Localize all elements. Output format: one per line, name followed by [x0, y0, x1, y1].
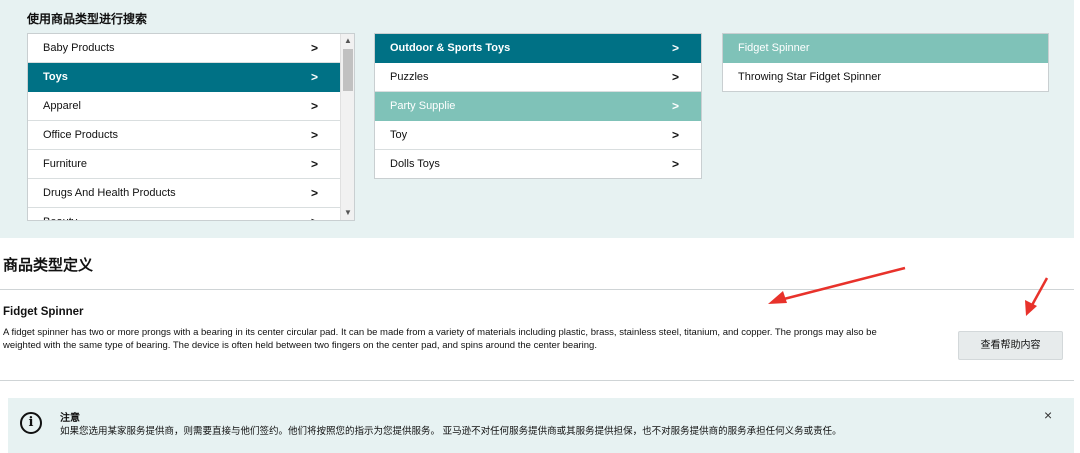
- category-search-panel: 使用商品类型进行搜索 Baby Products > Toys > Apparel > Of…: [0, 0, 1074, 238]
- subcategory-item[interactable]: Toy >: [375, 121, 701, 150]
- chevron-right-icon: >: [671, 99, 679, 113]
- product-type-item-label: Fidget Spinner: [738, 42, 810, 54]
- category-item[interactable]: Furniture >: [28, 150, 340, 179]
- column-1-scrollbar[interactable]: ▲ ▼: [340, 34, 354, 220]
- product-type-item[interactable]: Throwing Star Fidget Spinner: [723, 63, 1048, 91]
- chevron-right-icon: >: [311, 208, 318, 220]
- subcategory-item-label: Dolls Toys: [390, 158, 440, 170]
- category-column-3: Fidget Spinner Throwing Star Fidget Spinn…: [722, 33, 1049, 92]
- red-arrow-icon: [768, 266, 906, 304]
- subcategory-item-label: Party Supplie: [390, 100, 456, 112]
- notice-banner: i 注意 如果您选用某家服务提供商，则需要直接与他们签约。他们将按照您的指示为您…: [8, 398, 1074, 453]
- search-title: 使用商品类型进行搜索: [27, 12, 148, 26]
- chevron-right-icon: >: [671, 157, 679, 171]
- product-type-item[interactable]: Fidget Spinner: [723, 34, 1048, 63]
- product-type-name: Fidget Spinner: [3, 306, 84, 318]
- chevron-right-icon: >: [310, 41, 318, 55]
- chevron-right-icon: >: [671, 70, 679, 84]
- chevron-right-icon: >: [310, 186, 318, 200]
- info-icon: i: [20, 412, 42, 434]
- category-column-1: Baby Products > Toys > Apparel > Office Produc…: [27, 33, 355, 221]
- subcategory-item-label: Outdoor & Sports Toys: [390, 42, 511, 54]
- product-type-description: A fidget spinner has two or more prongs …: [3, 327, 877, 351]
- chevron-right-icon: >: [671, 41, 679, 55]
- category-item-label: Drugs And Health Products: [43, 187, 176, 199]
- subcategory-item-label: Puzzles: [390, 71, 429, 83]
- category-item[interactable]: Beauty >: [28, 208, 340, 220]
- subcategory-item-label: Toy: [390, 129, 408, 141]
- chevron-right-icon: >: [310, 128, 318, 142]
- category-item-label: Office Products: [43, 129, 118, 141]
- scroll-down-icon[interactable]: ▼: [341, 206, 354, 220]
- notice-text: 如果您选用某家服务提供商，则需要直接与他们签约。他们将按照您的指示为您提供服务。…: [60, 426, 842, 437]
- scroll-up-icon[interactable]: ▲: [341, 34, 354, 48]
- subcategory-item[interactable]: Party Supplie >: [375, 92, 701, 121]
- category-column-2: Outdoor & Sports Toys > Puzzles > Party Supp…: [374, 33, 702, 179]
- subcategory-item[interactable]: Puzzles >: [375, 63, 701, 92]
- category-item[interactable]: Baby Products >: [28, 34, 340, 63]
- category-item[interactable]: Drugs And Health Products >: [28, 179, 340, 208]
- chevron-right-icon: >: [310, 99, 318, 113]
- definition-section-title: 商品类型定义: [3, 257, 94, 274]
- subcategory-item[interactable]: Outdoor & Sports Toys >: [375, 34, 701, 63]
- notice-title: 注意: [60, 413, 80, 424]
- scrollbar-thumb[interactable]: [343, 49, 353, 91]
- view-help-button[interactable]: 查看帮助内容: [958, 331, 1063, 360]
- chevron-right-icon: >: [310, 70, 318, 84]
- category-item[interactable]: Apparel >: [28, 92, 340, 121]
- category-item-label: Baby Products: [43, 42, 115, 54]
- product-type-item-label: Throwing Star Fidget Spinner: [738, 71, 882, 83]
- category-item-label: Beauty: [43, 216, 77, 220]
- category-item-label: Toys: [43, 71, 68, 83]
- category-item-label: Furniture: [43, 158, 88, 170]
- close-icon[interactable]: ×: [1044, 407, 1052, 423]
- chevron-right-icon: >: [310, 157, 318, 171]
- red-arrow-icon: [1025, 277, 1049, 316]
- category-item-label: Apparel: [43, 100, 81, 112]
- chevron-right-icon: >: [671, 128, 679, 142]
- subcategory-item[interactable]: Dolls Toys >: [375, 150, 701, 178]
- divider: [0, 380, 1074, 381]
- category-item[interactable]: Office Products >: [28, 121, 340, 150]
- divider: [0, 289, 1074, 290]
- category-item[interactable]: Toys >: [28, 63, 340, 92]
